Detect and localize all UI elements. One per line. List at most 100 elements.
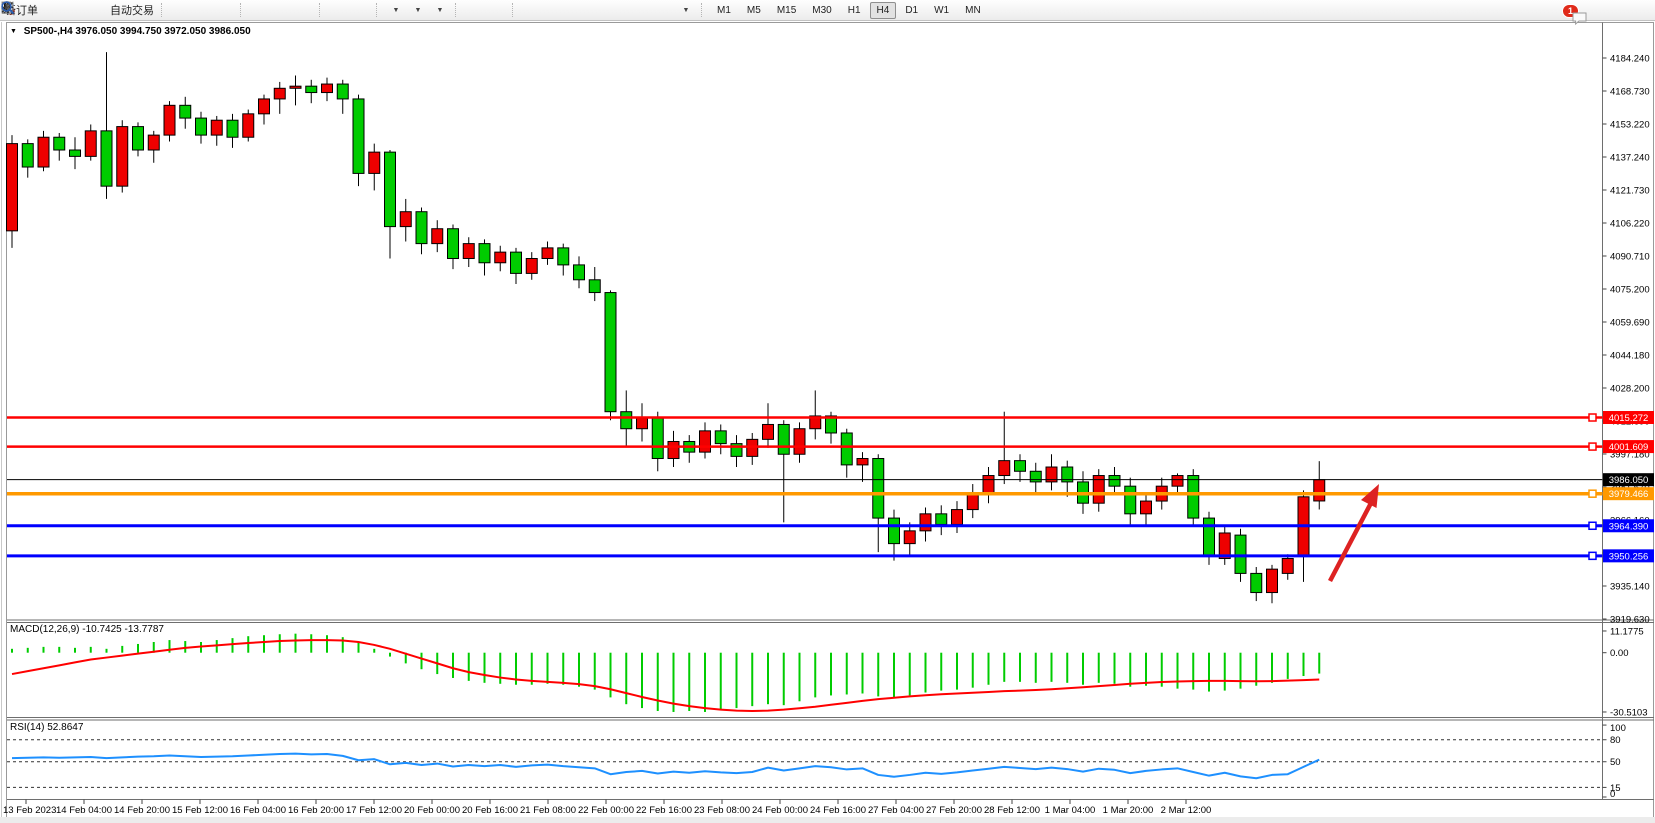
candle <box>432 229 443 244</box>
time-tick: 16 Feb 20:00 <box>288 805 344 816</box>
candle <box>180 105 191 118</box>
candle <box>794 429 805 455</box>
candle <box>841 433 852 465</box>
timeframe-MN[interactable]: MN <box>958 2 988 19</box>
search-icon[interactable] <box>0 0 16 16</box>
macd-axis-tick: -30.5103 <box>1610 707 1648 718</box>
timeframe-W1[interactable]: W1 <box>927 2 956 19</box>
time-tick: 15 Feb 12:00 <box>172 805 228 816</box>
time-tick: 22 Feb 16:00 <box>636 805 692 816</box>
market-watch-button[interactable] <box>41 1 63 19</box>
price-tick: 4168.730 <box>1610 87 1650 98</box>
hline-handle[interactable] <box>1589 522 1596 529</box>
data-window-button[interactable] <box>63 1 85 19</box>
fibonacci-button[interactable]: F <box>609 1 631 19</box>
time-tick: 17 Feb 12:00 <box>346 805 402 816</box>
macd-axis-tick: 0.00 <box>1610 648 1629 659</box>
text-tool-button[interactable]: A <box>631 1 653 19</box>
zoom-out-button[interactable] <box>271 1 293 19</box>
candle <box>227 120 238 137</box>
price-tick: 4090.710 <box>1610 252 1650 263</box>
zoom-in-button[interactable] <box>249 1 271 19</box>
templates-button[interactable]: ▼ <box>429 1 451 19</box>
toolbar-separator <box>701 3 706 17</box>
window-bottom-strip <box>0 817 1655 823</box>
hline-handle[interactable] <box>1589 552 1596 559</box>
candle <box>652 418 663 458</box>
candle <box>1030 471 1041 482</box>
time-tick: 14 Feb 04:00 <box>56 805 112 816</box>
timeframe-bar: M1M5M15M30H1H4D1W1MN <box>710 2 988 19</box>
candle <box>85 131 96 157</box>
chat-icon <box>1571 10 1589 26</box>
candle <box>574 265 585 280</box>
cursor-button[interactable] <box>464 1 486 19</box>
candle <box>1015 461 1026 472</box>
candle <box>101 131 112 186</box>
bar-chart-button[interactable] <box>170 1 192 19</box>
price-tick: 3919.630 <box>1610 615 1650 626</box>
time-tick: 20 Feb 00:00 <box>404 805 460 816</box>
timeframe-M30[interactable]: M30 <box>805 2 838 19</box>
time-tick: 2 Mar 12:00 <box>1161 805 1212 816</box>
candle <box>621 412 632 429</box>
hline-handle[interactable] <box>1589 414 1596 421</box>
trendline-button[interactable] <box>565 1 587 19</box>
candle <box>1125 486 1136 514</box>
hline-handle[interactable] <box>1589 443 1596 450</box>
timeframe-M5[interactable]: M5 <box>740 2 768 19</box>
timeframe-M15[interactable]: M15 <box>770 2 803 19</box>
candle <box>133 127 144 150</box>
timeframe-H4[interactable]: H4 <box>870 2 897 19</box>
news-button[interactable] <box>85 1 107 19</box>
timeframe-D1[interactable]: D1 <box>898 2 925 19</box>
macd-main-value: -10.7425 <box>82 624 121 635</box>
hline-handle[interactable] <box>1589 490 1596 497</box>
price-tick: 4059.690 <box>1610 318 1650 329</box>
indicators-button[interactable]: ▼ <box>385 1 407 19</box>
crosshair-button[interactable] <box>486 1 508 19</box>
chevron-down-icon: ▼ <box>683 7 690 14</box>
vertical-line-button[interactable] <box>521 1 543 19</box>
candle <box>1251 573 1262 592</box>
text-label-button[interactable]: T <box>653 1 675 19</box>
time-tick: 1 Mar 04:00 <box>1045 805 1096 816</box>
time-tick: 24 Feb 16:00 <box>810 805 866 816</box>
chart-canvas[interactable]: 4184.2404168.7304153.2204137.2404121.730… <box>0 0 1655 823</box>
candlestick-chart-button[interactable] <box>192 1 214 19</box>
candle <box>605 293 616 412</box>
tile-windows-button[interactable] <box>293 1 315 19</box>
price-label-text: 3950.256 <box>1609 551 1649 562</box>
equidistant-channel-button[interactable]: E <box>587 1 609 19</box>
candle <box>1314 480 1325 501</box>
autotrading-button[interactable]: 自动交易 <box>107 1 157 19</box>
time-tick: 27 Feb 20:00 <box>926 805 982 816</box>
candle <box>463 244 474 259</box>
timeframe-H1[interactable]: H1 <box>841 2 868 19</box>
toolbar: 新订单 自动交易 ▼ ▼ ▼ E F A T ▼ M1M5M15M30H1H4D… <box>0 0 1655 21</box>
horizontal-line-button[interactable] <box>543 1 565 19</box>
toolbar-separator <box>161 3 166 17</box>
auto-scroll-button[interactable] <box>328 1 350 19</box>
candle <box>495 252 506 263</box>
price-label-text: 4001.609 <box>1609 442 1649 453</box>
chevron-down-icon: ▼ <box>437 7 444 14</box>
macd-name: MACD(12,26,9) <box>10 624 79 635</box>
autotrading-label: 自动交易 <box>110 2 154 18</box>
chart-shift-button[interactable] <box>350 1 372 19</box>
candle <box>7 144 18 231</box>
candle <box>117 127 128 187</box>
candle <box>196 118 207 135</box>
candle <box>526 259 537 274</box>
timeframe-M1[interactable]: M1 <box>710 2 738 19</box>
periods-button[interactable]: ▼ <box>407 1 429 19</box>
candle <box>164 105 175 135</box>
arrows-tool-button[interactable]: ▼ <box>675 1 697 19</box>
line-chart-button[interactable] <box>214 1 236 19</box>
candle <box>1204 518 1215 556</box>
candle <box>274 88 285 99</box>
candle <box>936 514 947 525</box>
chart-dropdown-icon[interactable]: ▼ <box>10 28 17 35</box>
candle <box>243 114 254 137</box>
candle <box>558 248 569 265</box>
